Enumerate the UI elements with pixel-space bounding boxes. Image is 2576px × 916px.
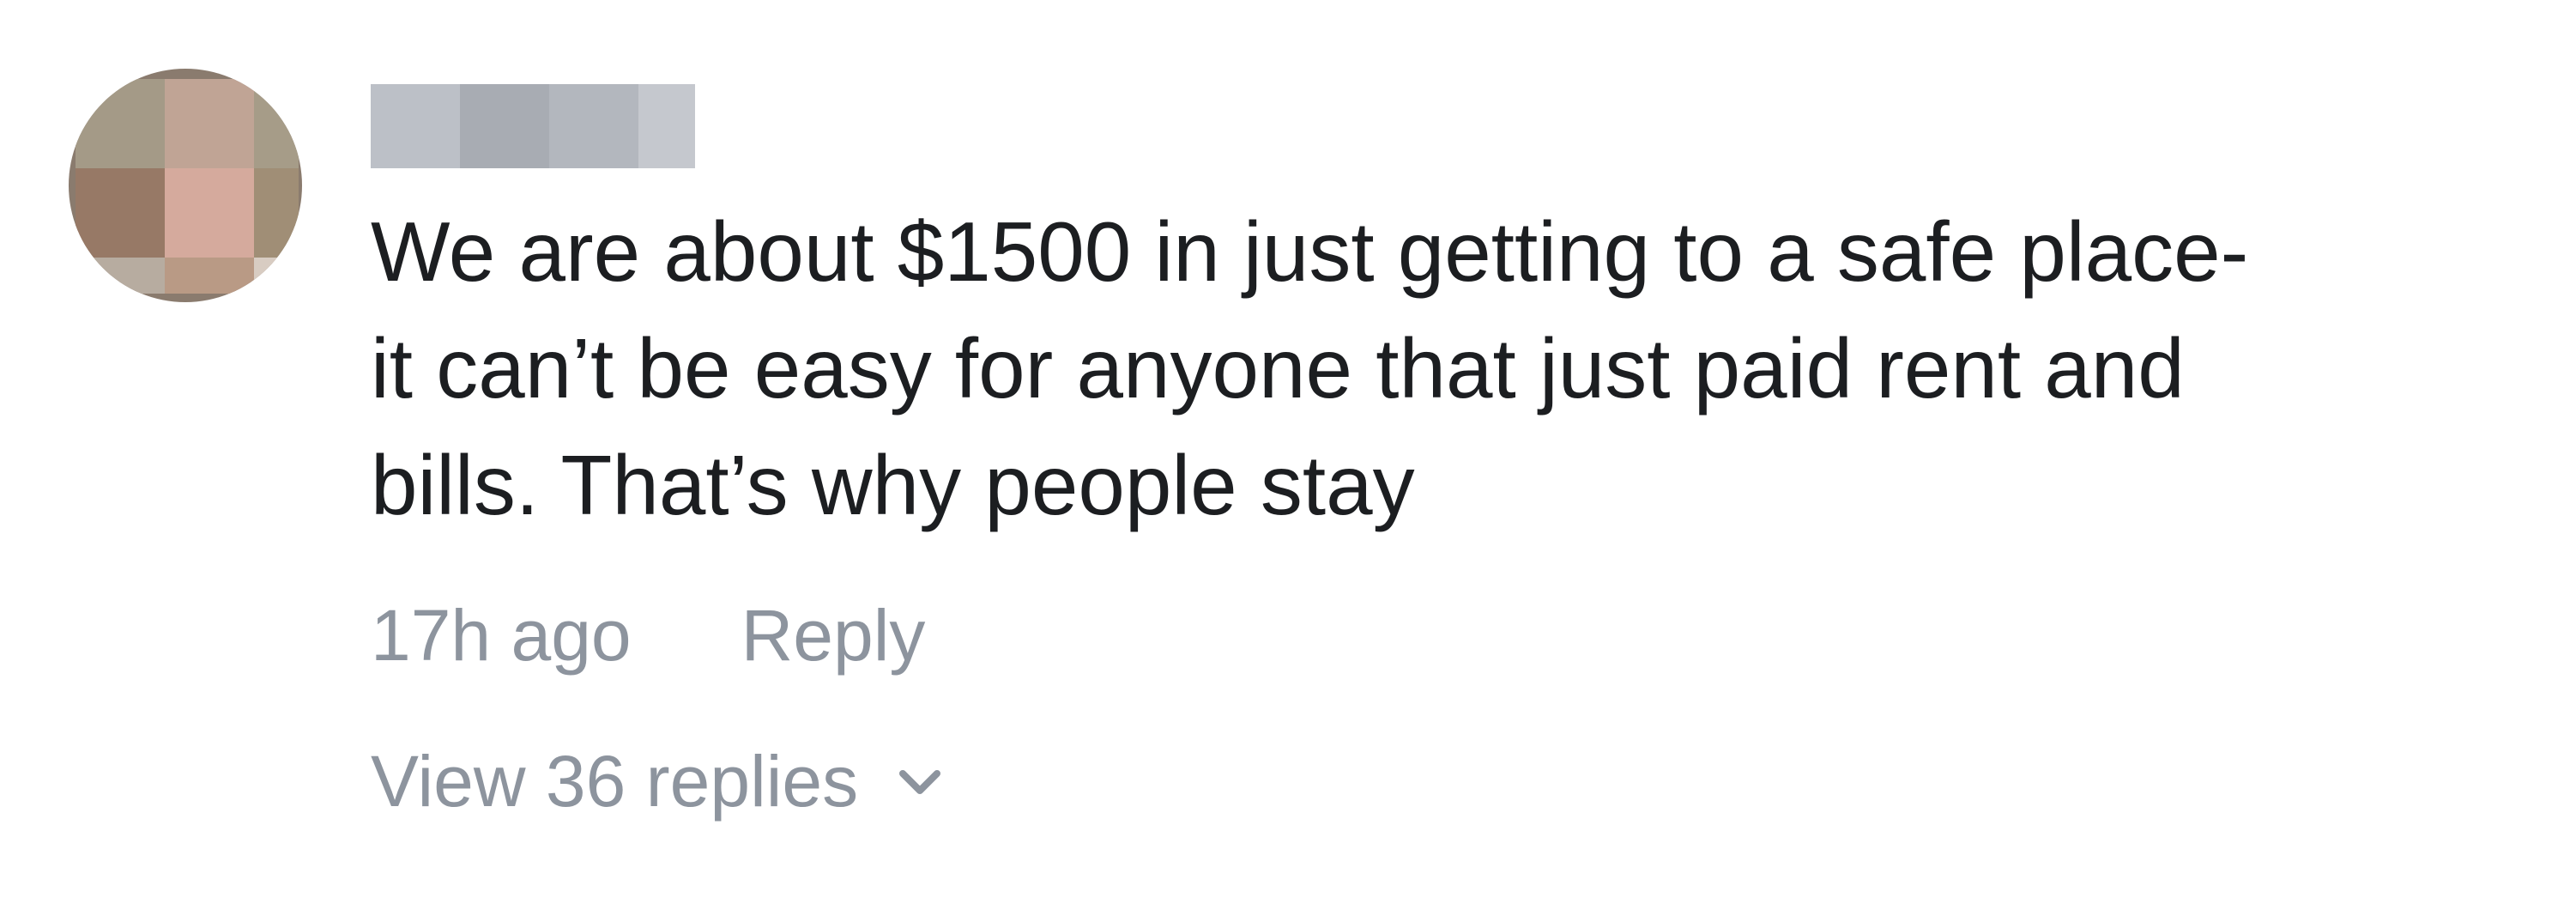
chevron-down-icon: [899, 769, 941, 794]
view-replies-label: View 36 replies: [371, 741, 859, 822]
comment: We are about $1500 in just getting to a …: [0, 0, 2576, 916]
comment-text: We are about $1500 in just getting to a …: [371, 204, 2249, 532]
timestamp: 17h ago: [371, 595, 632, 676]
author-name-redacted[interactable]: [371, 84, 695, 168]
avatar[interactable]: [69, 69, 302, 302]
reply-link[interactable]: Reply: [741, 594, 926, 677]
view-replies-link[interactable]: View 36 replies: [371, 740, 944, 823]
avatar-mosaic: [76, 79, 299, 294]
comment-meta: 17h ago Reply: [371, 594, 925, 677]
